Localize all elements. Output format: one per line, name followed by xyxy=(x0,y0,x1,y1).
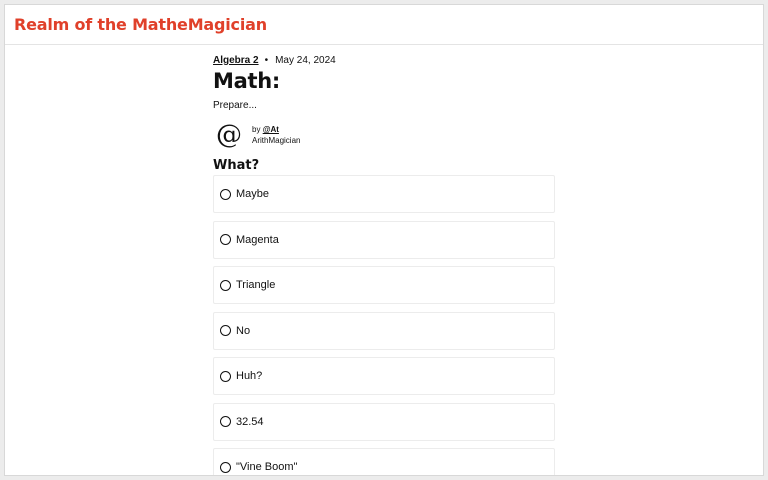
poll-option-triangle[interactable]: Triangle xyxy=(213,266,555,304)
poll-option-label: Huh? xyxy=(236,370,263,382)
post-meta: Algebra 2 • May 24, 2024 xyxy=(213,53,555,67)
site-header: Realm of the MatheMagician xyxy=(5,5,763,45)
radio-unchecked-icon[interactable] xyxy=(220,188,231,200)
radio-unchecked-icon[interactable] xyxy=(220,461,231,473)
author-block: @ by @At ArithMagician xyxy=(213,120,555,150)
browser-viewport: Realm of the MatheMagician Algebra 2 • M… xyxy=(4,4,764,476)
radio-unchecked-icon[interactable] xyxy=(220,416,231,427)
poll-option-magenta[interactable]: Magenta xyxy=(213,220,555,259)
radio-unchecked-icon[interactable] xyxy=(220,234,231,245)
author-avatar[interactable]: @ xyxy=(214,120,244,150)
author-handle-link[interactable]: @At xyxy=(263,125,279,134)
poll-option-label: No xyxy=(236,324,251,337)
poll-option-huh[interactable]: Huh? xyxy=(213,357,555,395)
poll-option-vine-boom[interactable]: "Vine Boom" xyxy=(213,448,555,475)
at-sign-icon: @ xyxy=(216,120,242,150)
author-by-line: by @At xyxy=(252,124,300,135)
poll-option-label: 32.54 xyxy=(236,415,264,428)
poll-option-no[interactable]: No xyxy=(213,311,555,350)
poll-option-number[interactable]: 32.54 xyxy=(213,402,555,441)
meta-separator: • xyxy=(264,54,269,66)
post-content: Algebra 2 • May 24, 2024 Math: Prepare..… xyxy=(213,53,555,475)
radio-unchecked-icon[interactable] xyxy=(220,325,231,336)
poll-option-label: Maybe xyxy=(236,188,270,200)
post-title: Math: xyxy=(213,69,280,93)
poll-option-label: "Vine Boom" xyxy=(236,461,298,473)
post-subtitle: Prepare... xyxy=(213,100,257,111)
site-title-link[interactable]: Realm of the MatheMagician xyxy=(14,15,267,34)
author-name: ArithMagician xyxy=(252,136,301,145)
poll-question: What? xyxy=(213,158,260,173)
by-prefix: by xyxy=(252,125,261,134)
radio-unchecked-icon[interactable] xyxy=(220,370,231,382)
radio-unchecked-icon[interactable] xyxy=(220,279,231,291)
post-date: May 24, 2024 xyxy=(275,54,336,66)
category-link[interactable]: Algebra 2 xyxy=(213,55,259,66)
poll-option-maybe[interactable]: Maybe xyxy=(213,175,555,213)
poll-option-label: Triangle xyxy=(236,279,276,291)
author-text: by @At ArithMagician xyxy=(252,124,300,146)
poll-options: Maybe Magenta Triangle No Huh? 32.54 "Vi… xyxy=(213,175,555,475)
poll-option-label: Magenta xyxy=(236,233,279,246)
